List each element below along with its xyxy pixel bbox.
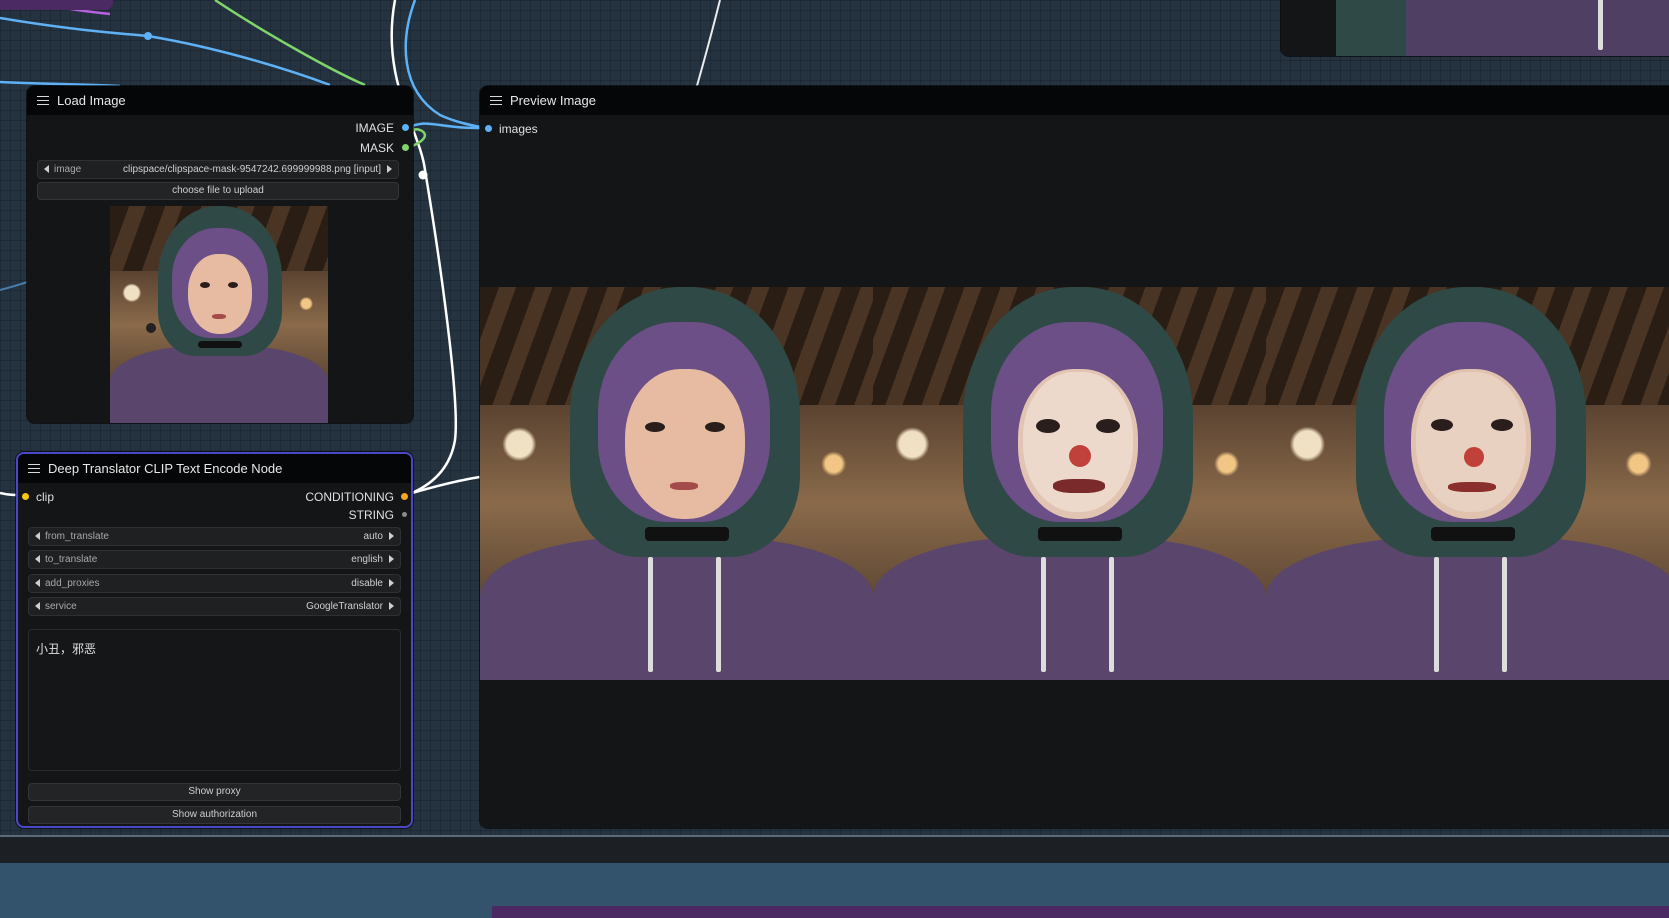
arrow-right-icon[interactable]: [389, 579, 394, 587]
top-right-node-partial: [1281, 0, 1669, 56]
arrow-right-icon[interactable]: [389, 602, 394, 610]
upload-button[interactable]: choose file to upload: [37, 182, 399, 200]
widget-label: add_proxies: [45, 578, 100, 589]
preview-result-image[interactable]: [873, 287, 1266, 680]
arrow-right-icon[interactable]: [389, 532, 394, 540]
output-dot-string[interactable]: [402, 512, 407, 517]
arrow-left-icon[interactable]: [35, 579, 40, 587]
show-authorization-button[interactable]: Show authorization: [28, 806, 401, 824]
widget-label: service: [45, 601, 77, 612]
show-proxy-button[interactable]: Show proxy: [28, 783, 401, 801]
output-label-string: STRING: [348, 508, 394, 522]
node-title-bar[interactable]: Deep Translator CLIP Text Encode Node: [18, 454, 411, 483]
dark-strip: [0, 837, 1669, 863]
input-dot-clip[interactable]: [22, 493, 29, 500]
arrow-left-icon[interactable]: [35, 555, 40, 563]
arrow-left-icon[interactable]: [35, 532, 40, 540]
input-label-images: images: [499, 122, 538, 136]
output-label-conditioning: CONDITIONING: [305, 490, 394, 504]
node-title: Deep Translator CLIP Text Encode Node: [48, 461, 283, 476]
node-title-bar[interactable]: Preview Image: [480, 86, 1669, 115]
preview-result-image[interactable]: [1266, 287, 1669, 680]
widget-value: auto: [363, 531, 383, 542]
arrow-left-icon[interactable]: [35, 602, 40, 610]
widget-label: image: [54, 164, 82, 175]
prompt-text: 小丑，邪恶: [36, 642, 97, 656]
widget-value: GoogleTranslator: [306, 601, 383, 612]
output-dot-mask[interactable]: [402, 144, 409, 151]
widget-add-proxies[interactable]: add_proxies disable: [28, 574, 401, 593]
node-title-bar[interactable]: Load Image: [27, 86, 413, 115]
output-label-image: IMAGE: [355, 121, 394, 135]
purple-group-header: [492, 906, 1669, 918]
preview-image-node[interactable]: Preview Image images: [480, 86, 1669, 828]
arrow-right-icon[interactable]: [389, 555, 394, 563]
load-image-node[interactable]: Load Image IMAGE MASK image clipspace/cl…: [27, 86, 413, 423]
widget-value: english: [351, 554, 383, 565]
menu-icon[interactable]: [490, 95, 502, 106]
output-dot-image[interactable]: [402, 124, 409, 131]
input-dot-images[interactable]: [485, 125, 492, 132]
preview-result-image[interactable]: [480, 287, 873, 680]
widget-service[interactable]: service GoogleTranslator: [28, 597, 401, 616]
widget-to-translate[interactable]: to_translate english: [28, 550, 401, 569]
node-title: Preview Image: [510, 93, 596, 108]
widget-value: clipspace/clipspace-mask-9547242.6999999…: [123, 164, 381, 175]
widget-value: disable: [351, 578, 383, 589]
input-label-clip: clip: [36, 490, 55, 504]
widget-label: to_translate: [45, 554, 98, 565]
menu-icon[interactable]: [28, 463, 40, 474]
menu-icon[interactable]: [37, 95, 49, 106]
node-title: Load Image: [57, 93, 126, 108]
deep-translator-node[interactable]: Deep Translator CLIP Text Encode Node cl…: [16, 452, 413, 828]
purple-node-fragment: [0, 0, 113, 10]
arrow-right-icon[interactable]: [387, 165, 392, 173]
loaded-image-thumbnail: [110, 206, 328, 423]
widget-label: from_translate: [45, 531, 109, 542]
prompt-textarea[interactable]: 小丑，邪恶: [28, 629, 401, 771]
output-dot-conditioning[interactable]: [401, 493, 408, 500]
image-combo-widget[interactable]: image clipspace/clipspace-mask-9547242.6…: [37, 160, 399, 179]
widget-from-translate[interactable]: from_translate auto: [28, 527, 401, 546]
top-right-preview-crop: [1336, 0, 1669, 56]
arrow-left-icon[interactable]: [44, 165, 49, 173]
output-label-mask: MASK: [359, 141, 394, 155]
